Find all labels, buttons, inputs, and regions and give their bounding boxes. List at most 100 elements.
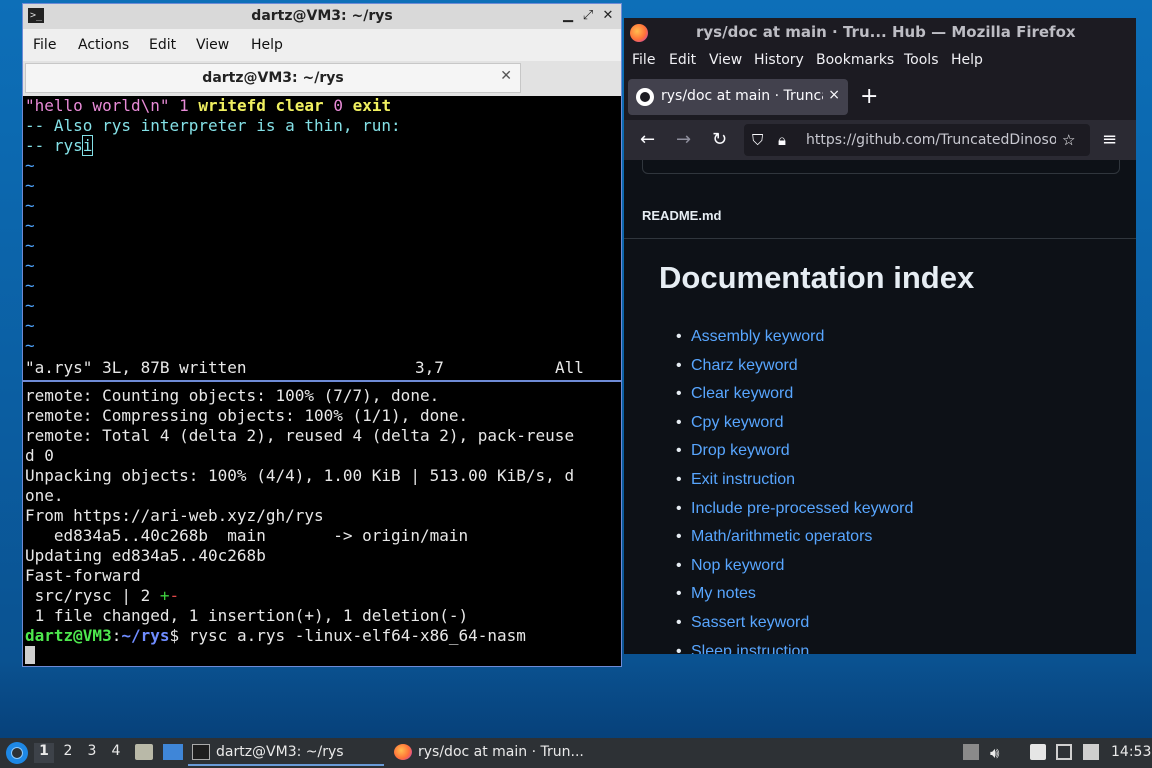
workspace-1[interactable]: 1 [34, 743, 54, 763]
vim-status-position: 3,7 [415, 358, 444, 377]
taskbar: 1 2 3 4 dartz@VM3: ~/rys rys/doc at main… [0, 738, 1152, 768]
terminal-icon [192, 744, 210, 760]
vim-line-2: -- Also rys interpreter is a thin, run: [25, 116, 401, 135]
reload-icon[interactable]: ↻ [712, 129, 727, 150]
forward-icon[interactable]: → [676, 129, 691, 150]
divider [624, 238, 1136, 239]
maximize-icon[interactable]: ⤢ [579, 7, 597, 25]
doc-link[interactable]: Cpy keyword [676, 414, 913, 443]
menu-edit[interactable]: Edit [149, 37, 176, 53]
browser-tab[interactable]: rys/doc at main · TruncatedDinosour × [628, 79, 848, 115]
menu-tools[interactable]: Tools [904, 52, 939, 68]
terminal-window[interactable]: >_ dartz@VM3: ~/rys ▁ ⤢ ✕ File Actions E… [22, 3, 622, 667]
terminal-titlebar[interactable]: >_ dartz@VM3: ~/rys ▁ ⤢ ✕ [23, 4, 621, 29]
network-icon[interactable] [1056, 744, 1072, 760]
updates-icon[interactable] [963, 744, 979, 760]
back-icon[interactable]: ← [640, 129, 655, 150]
terminal-tab-label: dartz@VM3: ~/rys [202, 70, 344, 86]
readme-header[interactable]: README.md [642, 208, 721, 223]
vim-tilde: ~ [25, 316, 35, 335]
shell-line: Unpacking objects: 100% (4/4), 1.00 KiB … [25, 466, 575, 485]
show-desktop-icon[interactable] [163, 744, 183, 760]
browser-tab-label: rys/doc at main · TruncatedDinosour [661, 88, 823, 104]
firefox-window[interactable]: rys/doc at main · Tru... Hub — Mozilla F… [624, 18, 1136, 654]
menu-bookmarks[interactable]: Bookmarks [816, 52, 894, 68]
workspace-4[interactable]: 4 [106, 743, 126, 763]
vim-line-3: -- rysi [25, 135, 94, 156]
vim-tilde: ~ [25, 336, 35, 355]
vim-status-scroll: All [555, 358, 584, 377]
github-icon [636, 88, 654, 106]
shell-cursor [25, 646, 35, 666]
firefox-logo-icon [630, 24, 648, 42]
vim-status-file: "a.rys" 3L, 87B written [25, 358, 247, 377]
clock[interactable]: 14:53 [1111, 744, 1151, 760]
shell-line: From https://ari-web.xyz/gh/rys [25, 506, 324, 525]
doc-link[interactable]: Exit instruction [676, 471, 913, 500]
shell-pane[interactable]: remote: Counting objects: 100% (7/7), do… [23, 382, 621, 666]
lock-icon[interactable]: 🔒︎ [778, 131, 786, 149]
vim-cursor: i [81, 135, 94, 156]
bookmark-star-icon[interactable]: ☆ [1062, 131, 1075, 149]
notification-icon[interactable] [1083, 744, 1099, 760]
new-tab-button[interactable]: + [860, 84, 878, 109]
page-content[interactable]: README.md Documentation index Assembly k… [624, 160, 1136, 654]
close-icon[interactable]: ✕ [599, 7, 617, 25]
shell-line: one. [25, 486, 64, 505]
menu-actions[interactable]: Actions [78, 37, 129, 53]
menu-file[interactable]: File [33, 37, 56, 53]
url-bar[interactable]: ⛉ 🔒︎ https://github.com/TruncatedDinosou… [744, 124, 1090, 156]
terminal-tab[interactable]: dartz@VM3: ~/rys ✕ [25, 63, 521, 93]
menu-file[interactable]: File [632, 52, 655, 68]
taskbar-task-firefox[interactable]: rys/doc at main · Trun... [390, 740, 586, 766]
minimize-icon[interactable]: ▁ [559, 7, 577, 25]
workspace-3[interactable]: 3 [82, 743, 102, 763]
doc-link-list: Assembly keyword Charz keyword Clear key… [676, 328, 913, 654]
menu-history[interactable]: History [754, 52, 804, 68]
volume-icon[interactable]: 🔊︎ [990, 744, 999, 762]
shield-icon[interactable]: ⛉ [752, 131, 763, 149]
firefox-title: rys/doc at main · Tru... Hub — Mozilla F… [696, 23, 1076, 41]
doc-link[interactable]: Sleep instruction [676, 643, 913, 654]
app-menu-icon[interactable]: ≡ [1102, 129, 1117, 150]
tab-close-icon[interactable]: × [828, 87, 840, 103]
menu-edit[interactable]: Edit [669, 52, 696, 68]
shell-line: d 0 [25, 446, 54, 465]
doc-link[interactable]: Drop keyword [676, 442, 913, 471]
doc-link[interactable]: Clear keyword [676, 385, 913, 414]
start-menu-icon[interactable] [6, 742, 28, 764]
workspace-2[interactable]: 2 [58, 743, 78, 763]
taskbar-task-terminal[interactable]: dartz@VM3: ~/rys [188, 740, 384, 766]
vim-tilde: ~ [25, 176, 35, 195]
file-box [642, 160, 1120, 174]
terminal-title: dartz@VM3: ~/rys [251, 8, 393, 24]
shell-line: Updating ed834a5..40c268b [25, 546, 266, 565]
doc-link[interactable]: Include pre-processed keyword [676, 500, 913, 529]
doc-link[interactable]: My notes [676, 585, 913, 614]
menu-help[interactable]: Help [251, 37, 283, 53]
firefox-menubar: File Edit View History Bookmarks Tools H… [624, 46, 1136, 74]
firefox-titlebar[interactable]: rys/doc at main · Tru... Hub — Mozilla F… [624, 18, 1136, 46]
tab-close-icon[interactable]: ✕ [500, 68, 512, 84]
doc-link[interactable]: Math/arithmetic operators [676, 528, 913, 557]
firefox-icon [394, 744, 412, 760]
doc-link[interactable]: Nop keyword [676, 557, 913, 586]
menu-view[interactable]: View [709, 52, 742, 68]
url-text[interactable]: https://github.com/TruncatedDinosour/rys… [806, 132, 1056, 148]
clipboard-icon[interactable] [1030, 744, 1046, 760]
vim-tilde: ~ [25, 156, 35, 175]
menu-view[interactable]: View [196, 37, 229, 53]
terminal-menubar: File Actions Edit View Help [23, 29, 621, 61]
vim-line-1: "hello world\n" 1 writefd clear 0 exit [25, 96, 392, 115]
navigation-toolbar: ← → ↻ ⛉ 🔒︎ https://github.com/TruncatedD… [624, 120, 1136, 160]
menu-help[interactable]: Help [951, 52, 983, 68]
file-manager-icon[interactable] [135, 744, 153, 760]
doc-link[interactable]: Sassert keyword [676, 614, 913, 643]
vim-tilde: ~ [25, 256, 35, 275]
vim-pane[interactable]: "hello world\n" 1 writefd clear 0 exit -… [23, 96, 621, 380]
doc-link[interactable]: Charz keyword [676, 357, 913, 386]
vim-tilde: ~ [25, 216, 35, 235]
shell-line: remote: Compressing objects: 100% (1/1),… [25, 406, 469, 425]
doc-link[interactable]: Assembly keyword [676, 328, 913, 357]
vim-tilde: ~ [25, 236, 35, 255]
